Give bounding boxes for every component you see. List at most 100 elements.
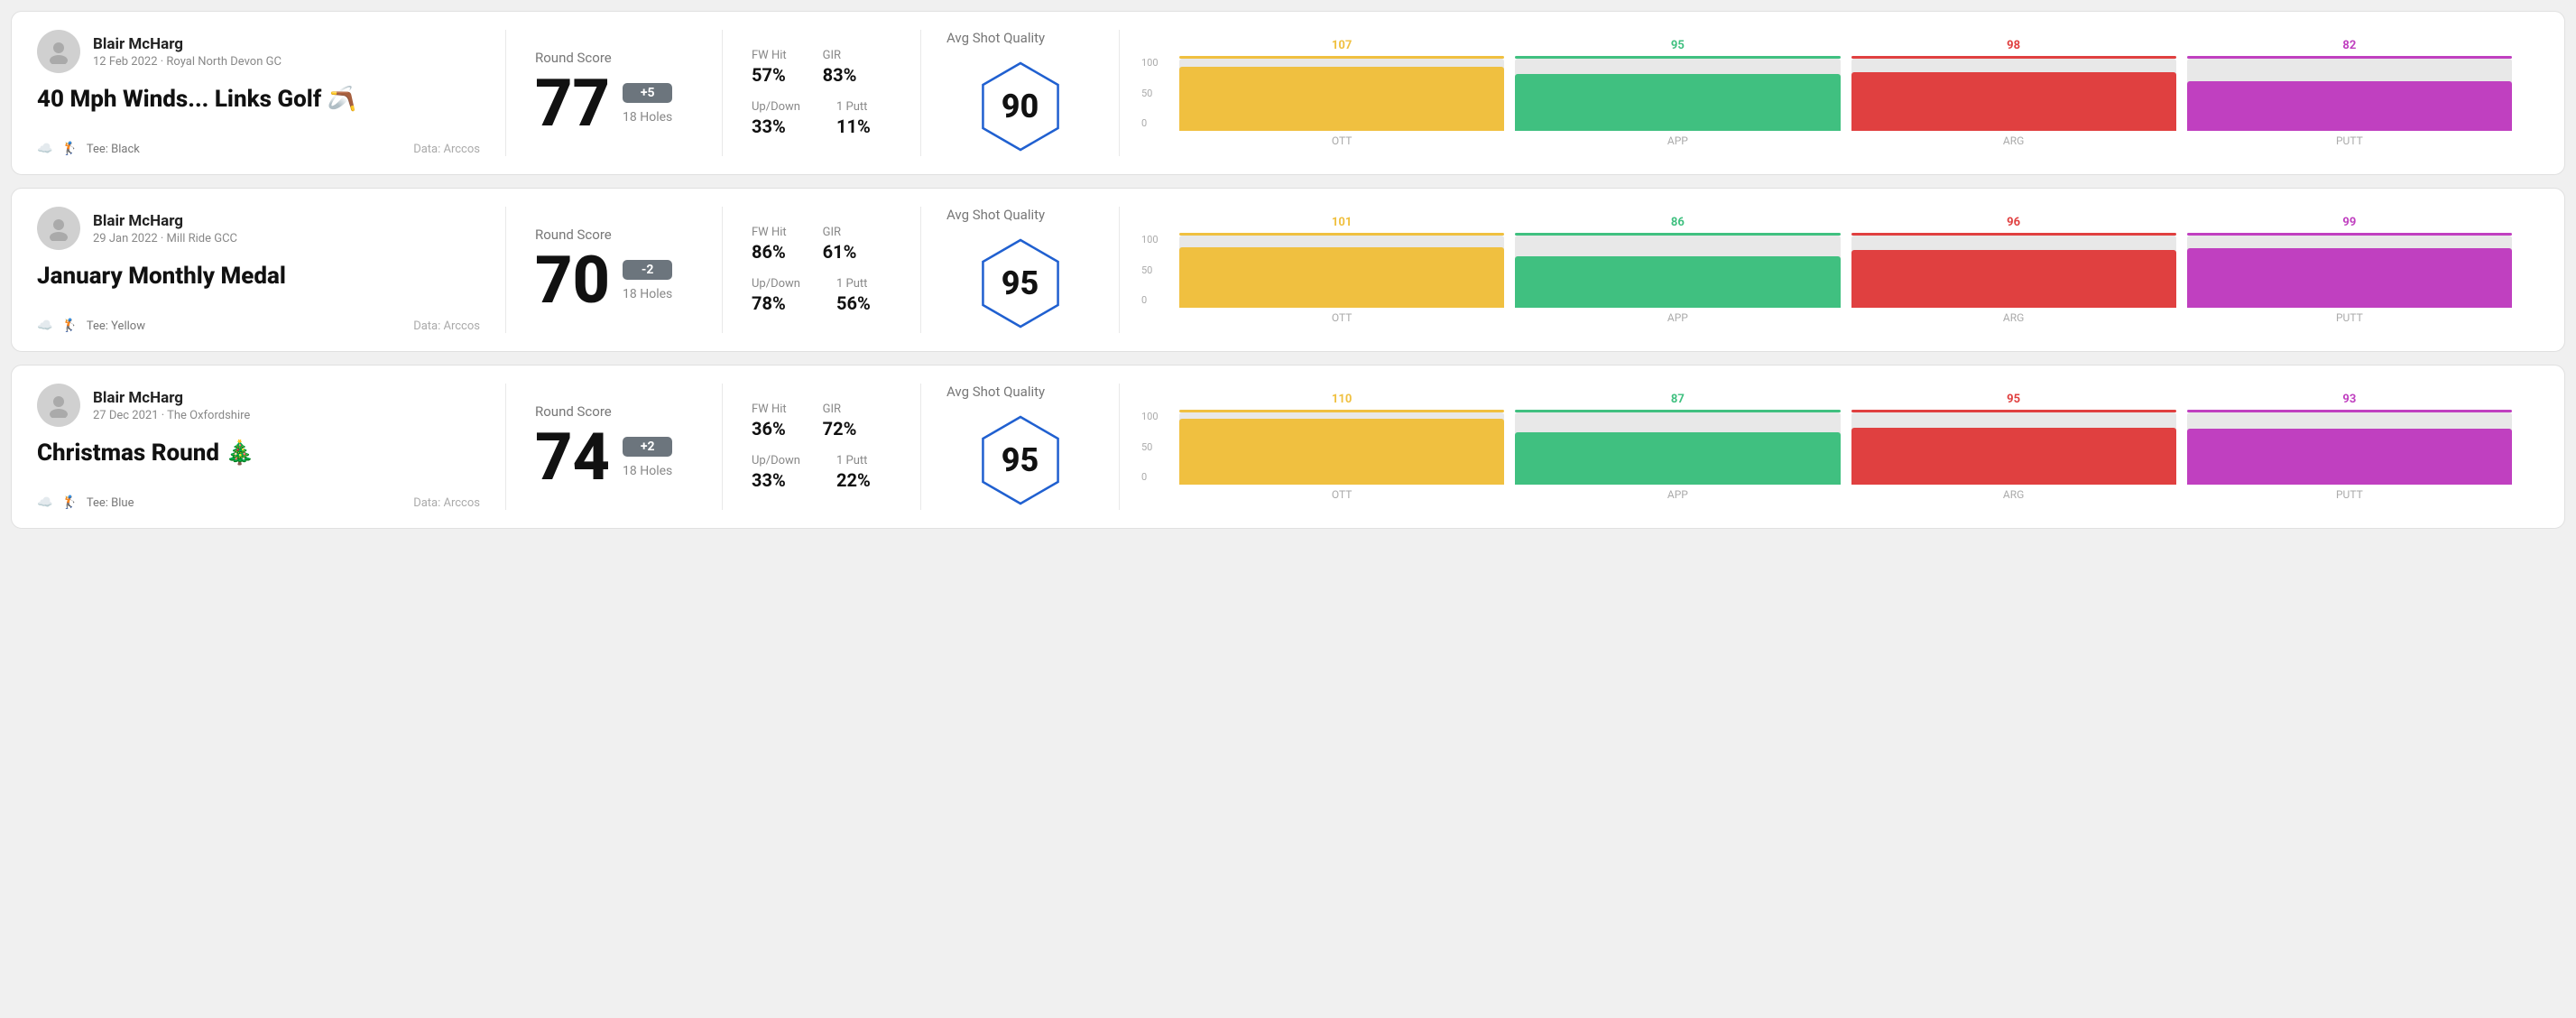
round-footer: ☁️ 🏌️ Tee: Yellow Data: Arccos <box>37 319 480 333</box>
player-name: Blair McHarg <box>93 389 250 407</box>
bar-top-line <box>1851 233 2176 236</box>
bar-fill <box>1515 432 1840 485</box>
bar-fill <box>1851 250 2176 308</box>
golf-bag-icon: 🏌️ <box>61 495 77 510</box>
player-info: Blair McHarg 12 Feb 2022 · Royal North D… <box>93 35 282 69</box>
score-value: 74 <box>535 425 610 490</box>
quality-label: Avg Shot Quality <box>946 207 1045 223</box>
gir-value: 61% <box>823 241 857 263</box>
avatar <box>37 384 80 427</box>
oneputt-value: 56% <box>836 292 871 314</box>
round-card: Blair McHarg 12 Feb 2022 · Royal North D… <box>11 11 2565 175</box>
bar-x-label: OTT <box>1332 134 1353 147</box>
stat-updown: Up/Down 78% <box>752 277 800 314</box>
bar-value-label: 86 <box>1671 216 1685 229</box>
fw-hit-value: 86% <box>752 241 787 263</box>
bar-background <box>1515 236 1840 308</box>
round-footer: ☁️ 🏌️ Tee: Blue Data: Arccos <box>37 495 480 510</box>
bar-fill <box>1851 428 2176 485</box>
stats-section: FW Hit 57% GIR 83% Up/Down 33% 1 Putt <box>723 30 921 156</box>
score-holes: 18 Holes <box>623 464 672 478</box>
hexagon-container: 95 <box>946 411 1094 510</box>
bar-fill <box>1515 74 1840 131</box>
score-section: Round Score 77 +5 18 Holes <box>506 30 723 156</box>
gir-label: GIR <box>823 226 857 239</box>
score-section: Round Score 70 -2 18 Holes <box>506 207 723 333</box>
fw-hit-value: 57% <box>752 64 787 86</box>
player-meta: 12 Feb 2022 · Royal North Devon GC <box>93 55 282 69</box>
bar-top-line <box>1851 56 2176 59</box>
chart-container: 100 50 0 101 OTT 86 <box>1141 216 2517 324</box>
bar-value-label: 93 <box>2342 393 2356 406</box>
score-badge-block: +2 18 Holes <box>623 437 672 478</box>
bar-value-label: 95 <box>2007 393 2020 406</box>
round-card: Blair McHarg 27 Dec 2021 · The Oxfordshi… <box>11 365 2565 529</box>
stats-row-top: FW Hit 86% GIR 61% <box>752 226 891 263</box>
gir-label: GIR <box>823 403 857 416</box>
bar-value-label: 98 <box>2007 39 2020 52</box>
bar-top-line <box>1515 410 1840 412</box>
left-section: Blair McHarg 27 Dec 2021 · The Oxfordshi… <box>37 384 506 510</box>
bar-background <box>1515 412 1840 485</box>
score-value: 70 <box>535 248 610 313</box>
bar-value-label: 101 <box>1332 216 1352 229</box>
player-name: Blair McHarg <box>93 212 237 230</box>
score-modifier-badge: +2 <box>623 437 672 457</box>
y-axis: 100 50 0 <box>1141 411 1159 483</box>
bar-x-label: ARG <box>2003 488 2024 501</box>
updown-value: 33% <box>752 116 800 137</box>
chart-section: 100 50 0 110 OTT 87 <box>1120 384 2539 510</box>
player-header: Blair McHarg 29 Jan 2022 · Mill Ride GCC <box>37 207 480 250</box>
stats-section: FW Hit 36% GIR 72% Up/Down 33% 1 Putt <box>723 384 921 510</box>
bar-top-line <box>1515 233 1840 236</box>
data-source: Data: Arccos <box>413 319 480 333</box>
weather-icon: ☁️ <box>37 495 52 510</box>
quality-section: Avg Shot Quality 95 <box>921 207 1120 333</box>
oneputt-label: 1 Putt <box>836 100 871 114</box>
round-card: Blair McHarg 29 Jan 2022 · Mill Ride GCC… <box>11 188 2565 352</box>
hexagon: 90 <box>971 57 1070 156</box>
stats-row-bottom: Up/Down 33% 1 Putt 22% <box>752 454 891 491</box>
bar-background <box>1179 59 1504 131</box>
stat-updown: Up/Down 33% <box>752 454 800 491</box>
bar-value-label: 82 <box>2342 39 2356 52</box>
bar-top-line <box>1851 410 2176 412</box>
score-value: 77 <box>535 71 610 136</box>
tee-label: Tee: Black <box>87 143 140 156</box>
player-meta: 29 Jan 2022 · Mill Ride GCC <box>93 232 237 245</box>
chart-group-app: 95 APP <box>1510 39 1845 147</box>
chart-group-arg: 98 ARG <box>1846 39 2182 147</box>
quality-section: Avg Shot Quality 95 <box>921 384 1120 510</box>
hexagon-score: 90 <box>1002 88 1039 125</box>
player-header: Blair McHarg 12 Feb 2022 · Royal North D… <box>37 30 480 73</box>
bar-x-label: ARG <box>2003 134 2024 147</box>
score-modifier-badge: +5 <box>623 83 672 103</box>
player-name: Blair McHarg <box>93 35 282 53</box>
oneputt-label: 1 Putt <box>836 277 871 291</box>
player-meta: 27 Dec 2021 · The Oxfordshire <box>93 409 250 422</box>
left-section: Blair McHarg 29 Jan 2022 · Mill Ride GCC… <box>37 207 506 333</box>
bar-value-label: 110 <box>1332 393 1352 406</box>
oneputt-label: 1 Putt <box>836 454 871 467</box>
bar-background <box>2187 236 2512 308</box>
updown-label: Up/Down <box>752 100 800 114</box>
bar-top-line <box>2187 410 2512 412</box>
round-title: Christmas Round 🎄 <box>37 440 480 467</box>
quality-label: Avg Shot Quality <box>946 30 1045 46</box>
bar-top-line <box>1515 56 1840 59</box>
chart-container: 100 50 0 110 OTT 87 <box>1141 393 2517 501</box>
round-title: 40 Mph Winds... Links Golf 🪃 <box>37 86 480 114</box>
gir-label: GIR <box>823 49 857 62</box>
chart-group-ott: 101 OTT <box>1174 216 1510 324</box>
stat-fw-hit: FW Hit 86% <box>752 226 787 263</box>
left-section: Blair McHarg 12 Feb 2022 · Royal North D… <box>37 30 506 156</box>
bar-x-label: APP <box>1667 488 1688 501</box>
score-holes: 18 Holes <box>623 287 672 301</box>
data-source: Data: Arccos <box>413 496 480 510</box>
bar-chart: 107 OTT 95 APP <box>1174 39 2517 147</box>
score-badge-block: -2 18 Holes <box>623 260 672 301</box>
stats-row-bottom: Up/Down 33% 1 Putt 11% <box>752 100 891 137</box>
golf-bag-icon: 🏌️ <box>61 142 77 156</box>
score-section: Round Score 74 +2 18 Holes <box>506 384 723 510</box>
bar-background <box>1851 59 2176 131</box>
